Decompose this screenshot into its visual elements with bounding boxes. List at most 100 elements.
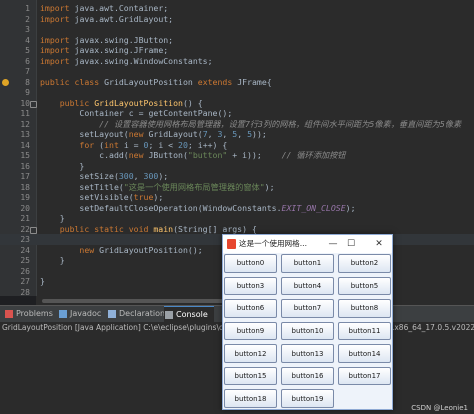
button11-button[interactable]: button11	[338, 321, 391, 341]
minimize-button[interactable]: —	[325, 235, 341, 253]
code-text: }	[40, 160, 85, 171]
tab-label: Console	[176, 310, 208, 319]
code-line[interactable]: 14 for (int i = 0; i < 20; i++) {	[0, 140, 474, 151]
code-line[interactable]: 10 public GridLayoutPosition() {	[0, 98, 474, 109]
line-number: 9	[25, 88, 30, 97]
button10-button[interactable]: button10	[281, 321, 334, 341]
line-number: 5	[25, 46, 30, 55]
code-text: // 设置容器使用网格布局管理器，设置7行3列的网格，组件间水平间距为5像素，垂…	[40, 118, 462, 129]
code-text: setVisible(true);	[40, 192, 164, 202]
line-number: 23	[20, 235, 30, 244]
line-number: 16	[20, 161, 30, 171]
code-line[interactable]: 2 import java.awt.GridLayout;	[0, 14, 474, 25]
button8-button[interactable]: button8	[338, 299, 391, 318]
line-number: 22	[20, 224, 30, 234]
button16-button[interactable]: button16	[281, 366, 334, 386]
java-app-icon	[227, 239, 236, 249]
code-line[interactable]: 6 import javax.swing.WindowConstants;	[0, 56, 474, 67]
button5-button[interactable]: button5	[338, 276, 391, 296]
button-grid: button0 button1 button2 button3 button4 butto…	[224, 254, 391, 408]
line-number: 2	[25, 14, 30, 24]
code-text: import java.awt.GridLayout;	[40, 13, 174, 24]
line-number: 26	[20, 266, 30, 276]
swing-frame-window[interactable]: 这是一个使用网格... — ☐ ✕ button0 button1 button2 b…	[222, 234, 393, 410]
frame-titlebar[interactable]: 这是一个使用网格... — ☐ ✕	[223, 235, 392, 253]
code-text: import javax.swing.JButton;	[40, 34, 174, 45]
fold-icon[interactable]	[30, 226, 37, 234]
code-text: public GridLayoutPosition() {	[40, 97, 203, 108]
code-line[interactable]: 3	[0, 24, 474, 35]
code-text: c.add(new JButton("button" + i)); // 循环添…	[40, 150, 346, 160]
console-icon	[165, 311, 173, 319]
button15-button[interactable]: button15	[224, 366, 277, 386]
fold-icon[interactable]	[30, 100, 37, 108]
code-text: import java.awt.Container;	[40, 3, 169, 13]
button4-button[interactable]: button4	[281, 276, 334, 296]
code-line[interactable]: 16 }	[0, 161, 474, 172]
code-line[interactable]: 17 setSize(300, 300);	[0, 171, 474, 182]
button9-button[interactable]: button9	[224, 321, 277, 341]
line-number: 6	[25, 56, 30, 66]
tab-console[interactable]: Console	[164, 306, 214, 323]
button7-button[interactable]: button7	[281, 299, 334, 318]
problems-icon	[5, 310, 13, 318]
code-line[interactable]: 20 setDefaultCloseOperation(WindowConsta…	[0, 203, 474, 214]
code-line[interactable]: 21 }	[0, 213, 474, 224]
close-button[interactable]: ✕	[371, 235, 387, 253]
button6-button[interactable]: button6	[224, 299, 277, 318]
tab-label: Javadoc	[70, 309, 102, 318]
code-text: new GridLayoutPosition();	[40, 244, 203, 255]
code-text: setDefaultCloseOperation(WindowConstants…	[40, 202, 356, 213]
code-line[interactable]: 1 import java.awt.Container;	[0, 3, 474, 14]
code-line[interactable]: 18 setTitle("这是一个使用网格布局管理器的窗体");	[0, 182, 474, 193]
code-text: setSize(300, 300);	[40, 171, 169, 181]
code-text: import javax.swing.WindowConstants;	[40, 55, 213, 66]
code-line[interactable]: 5 import javax.swing.JFrame;	[0, 45, 474, 56]
code-line[interactable]: 22 public static void main(String[] args…	[0, 224, 474, 235]
code-line[interactable]: 8 public class GridLayoutPosition extends…	[0, 77, 474, 88]
code-line[interactable]: 13 setLayout(new GridLayout(7, 3, 5, 5))…	[0, 129, 474, 140]
button2-button[interactable]: button2	[338, 254, 391, 273]
tab-javadoc[interactable]: Javadoc	[58, 306, 107, 322]
button14-button[interactable]: button14	[338, 344, 391, 363]
line-number: 24	[20, 245, 30, 255]
code-text: for (int i = 0; i < 20; i++) {	[40, 139, 228, 150]
line-number: 20	[20, 203, 30, 213]
code-line[interactable]: 19 setVisible(true);	[0, 192, 474, 203]
line-number: 21	[20, 214, 30, 223]
button17-button[interactable]: button17	[338, 366, 391, 386]
line-number: 12	[20, 119, 30, 129]
code-text: public class GridLayoutPosition extends …	[40, 76, 272, 87]
button1-button[interactable]: button1	[281, 254, 334, 273]
line-number: 14	[20, 140, 30, 150]
line-number: 17	[20, 172, 30, 181]
code-text: }	[40, 255, 65, 265]
warning-icon[interactable]	[2, 78, 9, 86]
code-line[interactable]: 4 import javax.swing.JButton;	[0, 35, 474, 46]
watermark: CSDN @Leonie1	[411, 404, 468, 412]
tab-problems[interactable]: Problems	[4, 306, 59, 322]
scrollbar-thumb[interactable]	[42, 299, 232, 303]
button3-button[interactable]: button3	[224, 276, 277, 296]
line-number: 18	[20, 182, 30, 192]
line-number: 10	[20, 98, 30, 108]
line-number: 1	[25, 4, 30, 13]
frame-title: 这是一个使用网格...	[239, 239, 307, 248]
code-line[interactable]: 15 c.add(new JButton("button" + i)); // …	[0, 150, 474, 161]
button12-button[interactable]: button12	[224, 344, 277, 363]
code-text: setLayout(new GridLayout(7, 3, 5, 5));	[40, 129, 267, 139]
button18-button[interactable]: button18	[224, 389, 277, 408]
line-number: 11	[20, 109, 30, 118]
button19-button[interactable]: button19	[281, 389, 334, 408]
maximize-button[interactable]: ☐	[343, 235, 359, 253]
tab-label: Declaration	[119, 309, 166, 318]
code-line[interactable]: 11 Container c = getContentPane();	[0, 108, 474, 119]
line-number: 25	[20, 256, 30, 265]
line-number: 13	[20, 130, 30, 139]
code-line[interactable]: 7	[0, 66, 474, 77]
code-line[interactable]: 9	[0, 87, 474, 98]
tab-declaration[interactable]: Declaration	[107, 306, 171, 322]
button0-button[interactable]: button0	[224, 254, 277, 273]
code-line[interactable]: 12 // 设置容器使用网格布局管理器，设置7行3列的网格，组件间水平间距为5像…	[0, 119, 474, 130]
button13-button[interactable]: button13	[281, 344, 334, 363]
